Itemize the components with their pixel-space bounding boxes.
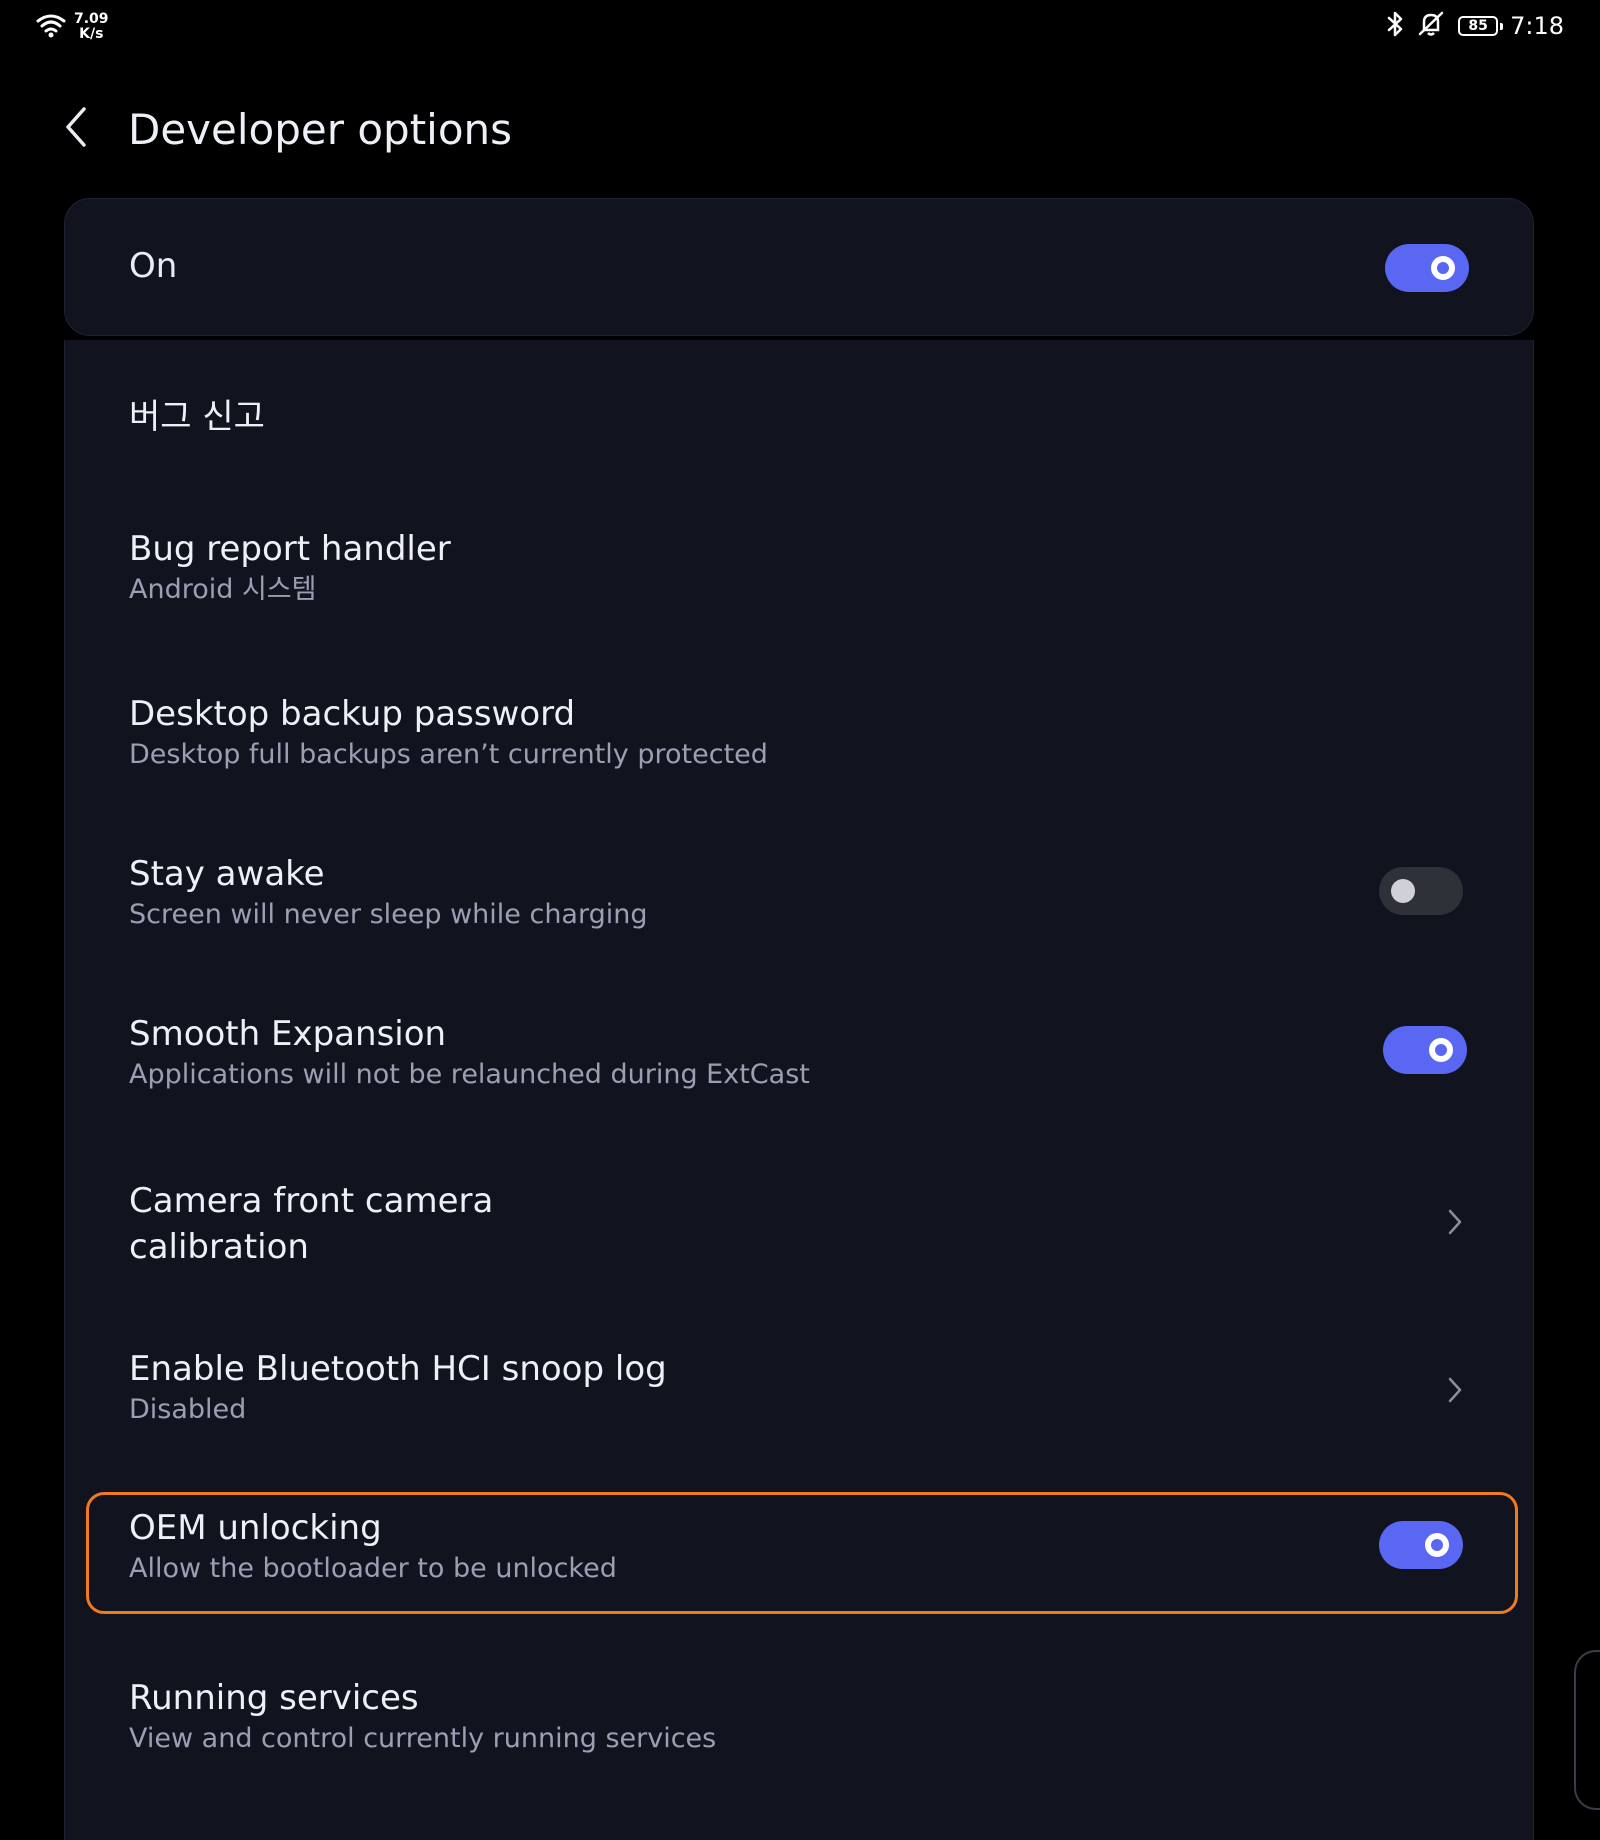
- network-speed-value: 7.09: [74, 11, 109, 27]
- setting-front-camera-calibration[interactable]: Camera front camera calibration: [65, 1130, 1533, 1315]
- toggle-knob: [1391, 879, 1415, 903]
- setting-title: Running services: [129, 1678, 419, 1718]
- status-bar-right: 85 7:18: [1386, 10, 1564, 42]
- setting-subtitle: Applications will not be relaunched duri…: [129, 1059, 810, 1090]
- setting-subtitle: View and control currently running servi…: [129, 1723, 717, 1754]
- app-bar: Developer options: [0, 90, 1600, 170]
- developer-options-master-switch[interactable]: On: [64, 198, 1534, 336]
- setting-smooth-expansion[interactable]: Smooth Expansion Applications will not b…: [65, 965, 1533, 1125]
- setting-bug-report-handler[interactable]: Bug report handler Android 시스템: [65, 480, 1533, 640]
- setting-title: Stay awake: [129, 854, 325, 894]
- setting-title: Smooth Expansion: [129, 1014, 447, 1054]
- chevron-right-icon: [1443, 1204, 1467, 1240]
- master-switch-label: On: [129, 246, 178, 286]
- toggle-knob: [1431, 256, 1455, 280]
- master-switch-toggle[interactable]: [1385, 244, 1469, 292]
- setting-stay-awake[interactable]: Stay awake Screen will never sleep while…: [65, 805, 1533, 965]
- battery-icon: 85: [1458, 16, 1504, 36]
- setting-subtitle: Screen will never sleep while charging: [129, 899, 648, 930]
- back-button[interactable]: [56, 104, 96, 154]
- setting-bug-report[interactable]: 버그 신고: [65, 340, 1533, 480]
- page-title: Developer options: [128, 105, 513, 154]
- chevron-right-icon: [1443, 1372, 1467, 1408]
- setting-title: Bug report handler: [129, 529, 451, 569]
- network-speed: 7.09 K/s: [74, 12, 109, 42]
- clock: 7:18: [1510, 12, 1564, 40]
- setting-running-services[interactable]: Running services View and control curren…: [65, 1655, 1533, 1795]
- setting-title: 버그 신고: [129, 397, 265, 437]
- stay-awake-toggle[interactable]: [1379, 867, 1463, 915]
- setting-subtitle: Android 시스템: [129, 574, 317, 605]
- setting-title: Enable Bluetooth HCI snoop log: [129, 1349, 667, 1389]
- setting-title-line-2: calibration: [129, 1227, 309, 1267]
- notifications-off-icon: [1416, 10, 1446, 42]
- setting-title-line-1: Camera front camera: [129, 1181, 494, 1221]
- settings-list: 버그 신고 Bug report handler Android 시스템 Des…: [64, 340, 1534, 1840]
- setting-title: Desktop backup password: [129, 694, 576, 734]
- status-bar: 7.09 K/s 85 7:18: [0, 0, 1600, 60]
- side-panel-handle[interactable]: [1574, 1650, 1600, 1810]
- toggle-knob: [1429, 1038, 1453, 1062]
- setting-bluetooth-hci-snoop-log[interactable]: Enable Bluetooth HCI snoop log Disabled: [65, 1320, 1533, 1480]
- setting-subtitle: Disabled: [129, 1394, 247, 1425]
- smooth-expansion-toggle[interactable]: [1383, 1026, 1467, 1074]
- setting-desktop-backup-password[interactable]: Desktop backup password Desktop full bac…: [65, 645, 1533, 805]
- setting-subtitle: Desktop full backups aren’t currently pr…: [129, 739, 768, 770]
- bluetooth-icon: [1386, 10, 1404, 42]
- battery-level: 85: [1468, 18, 1488, 34]
- wifi-icon: [36, 12, 66, 42]
- oem-unlocking-highlight: [86, 1492, 1518, 1614]
- network-speed-unit: K/s: [79, 26, 104, 42]
- back-arrow-icon: [62, 105, 90, 153]
- status-bar-left: 7.09 K/s: [36, 12, 109, 42]
